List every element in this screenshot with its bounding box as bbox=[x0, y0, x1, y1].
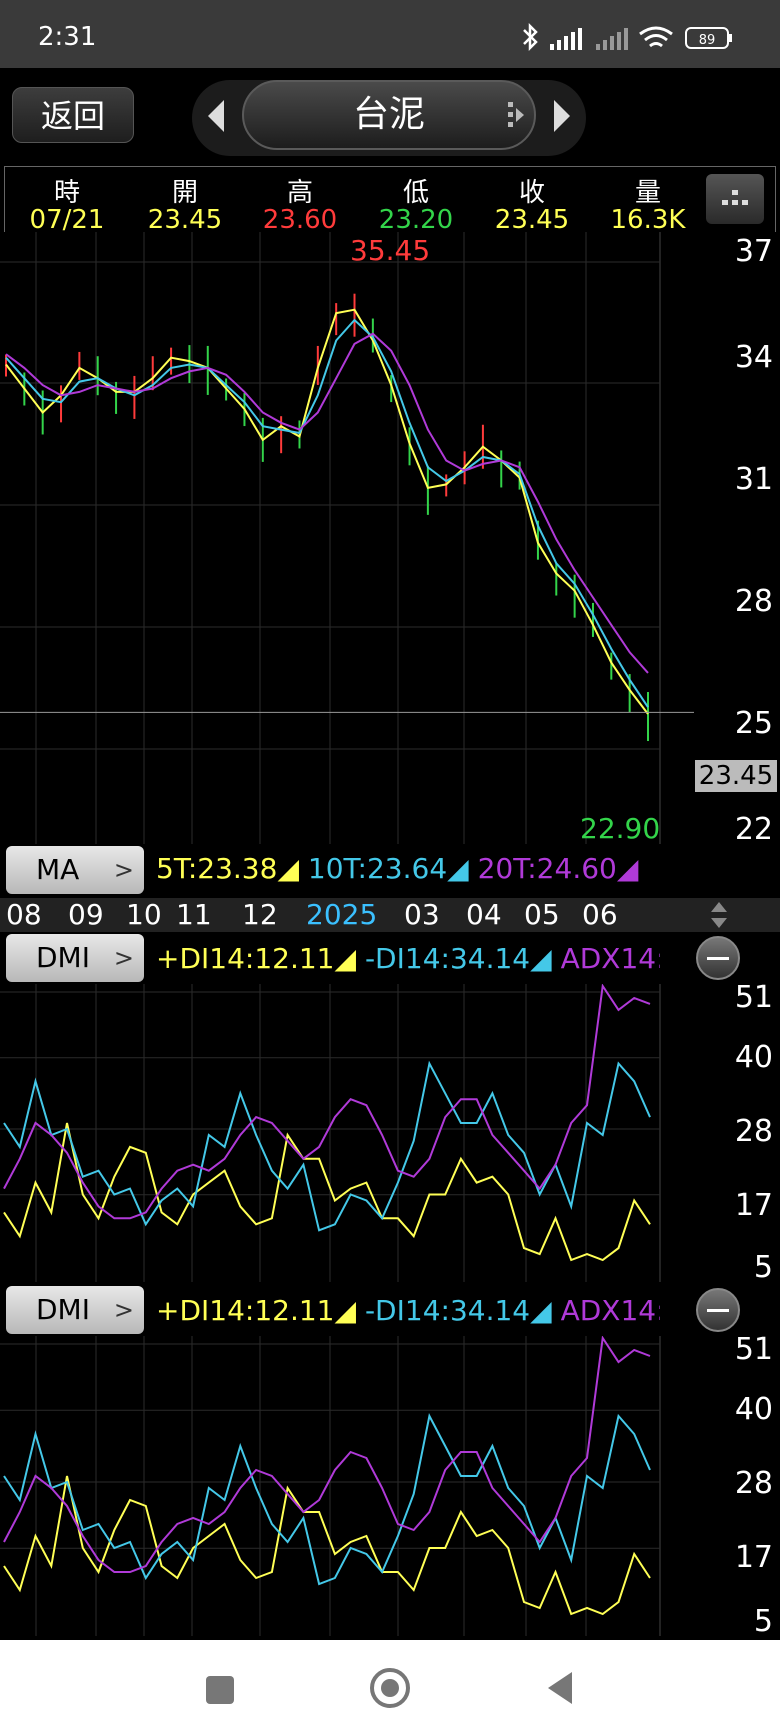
recents-icon[interactable] bbox=[200, 1670, 240, 1710]
price-axis-tick: 31 bbox=[734, 462, 773, 497]
month-label: 06 bbox=[582, 898, 618, 931]
minus-di-legend: -DI14:34.14 bbox=[364, 1294, 531, 1327]
header-value-open: 23.45 bbox=[147, 205, 223, 235]
prev-stock-icon[interactable] bbox=[202, 96, 232, 136]
dmi-legend: +DI14:12.11◢ -DI14:34.14◢ ADX14:4 bbox=[156, 942, 660, 975]
dmi-button-label: DMI bbox=[36, 1293, 90, 1326]
dmi-legend: +DI14:12.11◢ -DI14:34.14◢ ADX14:4 bbox=[156, 1294, 660, 1327]
dmi-chart[interactable] bbox=[0, 984, 780, 1282]
header-label-close: 收 bbox=[518, 178, 545, 208]
time-axis[interactable] bbox=[0, 898, 780, 932]
month-label: 10 bbox=[126, 898, 162, 931]
header-value-low: 23.20 bbox=[378, 205, 454, 235]
ma-line-10T bbox=[5, 318, 649, 708]
header-label-low: 低 bbox=[402, 178, 429, 208]
dmi-axis-tick: 51 bbox=[734, 980, 773, 1015]
month-label: 08 bbox=[6, 898, 42, 931]
month-label: 09 bbox=[68, 898, 104, 931]
ma-indicator-button[interactable]: MA > bbox=[6, 846, 144, 894]
ma5-legend: 5T:23.38 bbox=[156, 852, 278, 885]
dmi-line-DI14 bbox=[3, 1060, 651, 1232]
ma-line-20T bbox=[5, 332, 649, 674]
header-value-time: 07/21 bbox=[29, 205, 105, 235]
current-price-marker: 23.45 bbox=[695, 760, 777, 792]
price-axis-tick: 34 bbox=[734, 340, 773, 375]
chevron-right-icon: > bbox=[113, 1296, 134, 1324]
home-icon[interactable] bbox=[368, 1666, 412, 1710]
header-label-time: 時 bbox=[53, 178, 80, 208]
header-value-close: 23.45 bbox=[494, 205, 570, 235]
price-axis-tick: 37 bbox=[734, 234, 773, 269]
month-label: 05 bbox=[524, 898, 560, 931]
dmi-axis-tick: 40 bbox=[734, 1392, 773, 1427]
price-axis-tick: 25 bbox=[734, 706, 773, 741]
resize-handle-icon[interactable] bbox=[708, 900, 730, 930]
dmi-indicator-button[interactable]: DMI > bbox=[6, 934, 144, 982]
battery-level: 89 bbox=[699, 33, 716, 48]
wifi-icon bbox=[639, 26, 673, 48]
period-low-label: 22.90 bbox=[580, 812, 661, 845]
stock-name-title[interactable]: 台泥 bbox=[242, 80, 536, 150]
ma10-legend: 10T:23.64 bbox=[307, 852, 448, 885]
header-label-volume: 量 bbox=[634, 178, 661, 208]
dmi-line-DI14 bbox=[3, 1122, 651, 1262]
plus-di-legend: +DI14:12.11 bbox=[156, 1294, 335, 1327]
minus-di-legend: -DI14:34.14 bbox=[364, 942, 531, 975]
signal-icon bbox=[550, 28, 582, 50]
dmi-line-DI14 bbox=[3, 1413, 651, 1586]
ma-legend: 5T:23.38◢ 10T:23.64◢ 20T:24.60◢ bbox=[156, 852, 639, 885]
header-label-open: 開 bbox=[171, 178, 198, 208]
price-axis-tick: 22 bbox=[734, 812, 773, 847]
dmi-axis-tick: 28 bbox=[734, 1466, 773, 1501]
dmi-axis-tick: 5 bbox=[753, 1250, 773, 1285]
dmi-line-ADX14 bbox=[3, 1336, 651, 1573]
period-high-label: 35.45 bbox=[350, 234, 431, 267]
chart-layout-icon bbox=[722, 190, 748, 205]
next-stock-icon[interactable] bbox=[546, 96, 576, 136]
dmi-axis-tick: 51 bbox=[734, 1332, 773, 1367]
adx-legend: ADX14:4 bbox=[560, 942, 660, 975]
plus-di-legend: +DI14:12.11 bbox=[156, 942, 335, 975]
status-time: 2:31 bbox=[38, 22, 97, 52]
month-label: 11 bbox=[176, 898, 212, 931]
chevron-right-icon: > bbox=[113, 944, 134, 972]
bluetooth-icon bbox=[523, 22, 538, 52]
remove-panel-button[interactable] bbox=[696, 936, 740, 980]
month-label: 12 bbox=[242, 898, 278, 931]
signal-2-icon bbox=[596, 28, 628, 50]
price-axis-tick: 28 bbox=[734, 584, 773, 619]
month-label: 04 bbox=[466, 898, 502, 931]
dmi-line-ADX14 bbox=[3, 984, 651, 1220]
back-nav-icon[interactable] bbox=[540, 1668, 580, 1708]
dmi-line-DI14 bbox=[3, 1475, 651, 1616]
dmi-axis-tick: 40 bbox=[734, 1040, 773, 1075]
header-value-high: 23.60 bbox=[262, 205, 338, 235]
month-label-year: 2025 bbox=[306, 898, 378, 931]
dmi-axis-tick: 5 bbox=[753, 1604, 773, 1639]
price-chart[interactable] bbox=[0, 232, 780, 844]
header-value-volume: 16.3K bbox=[610, 205, 686, 235]
dmi-button-label: DMI bbox=[36, 941, 90, 974]
dmi-axis-tick: 28 bbox=[734, 1114, 773, 1149]
layout-toggle-button[interactable] bbox=[706, 174, 764, 224]
month-label: 03 bbox=[404, 898, 440, 931]
dmi-axis-tick: 17 bbox=[734, 1540, 773, 1575]
adx-legend: ADX14:4 bbox=[560, 1294, 660, 1327]
dmi-chart[interactable] bbox=[0, 1336, 780, 1636]
dmi-indicator-button[interactable]: DMI > bbox=[6, 1286, 144, 1334]
status-icons: 89 bbox=[523, 22, 732, 52]
ma20-legend: 20T:24.60 bbox=[477, 852, 617, 885]
ma-button-label: MA bbox=[36, 853, 80, 886]
stock-menu-icon[interactable] bbox=[502, 100, 528, 132]
header-label-high: 高 bbox=[286, 178, 313, 208]
chevron-right-icon: > bbox=[113, 856, 134, 884]
back-button[interactable]: 返回 bbox=[12, 87, 134, 143]
dmi-axis-tick: 17 bbox=[734, 1188, 773, 1223]
remove-panel-button[interactable] bbox=[696, 1288, 740, 1332]
